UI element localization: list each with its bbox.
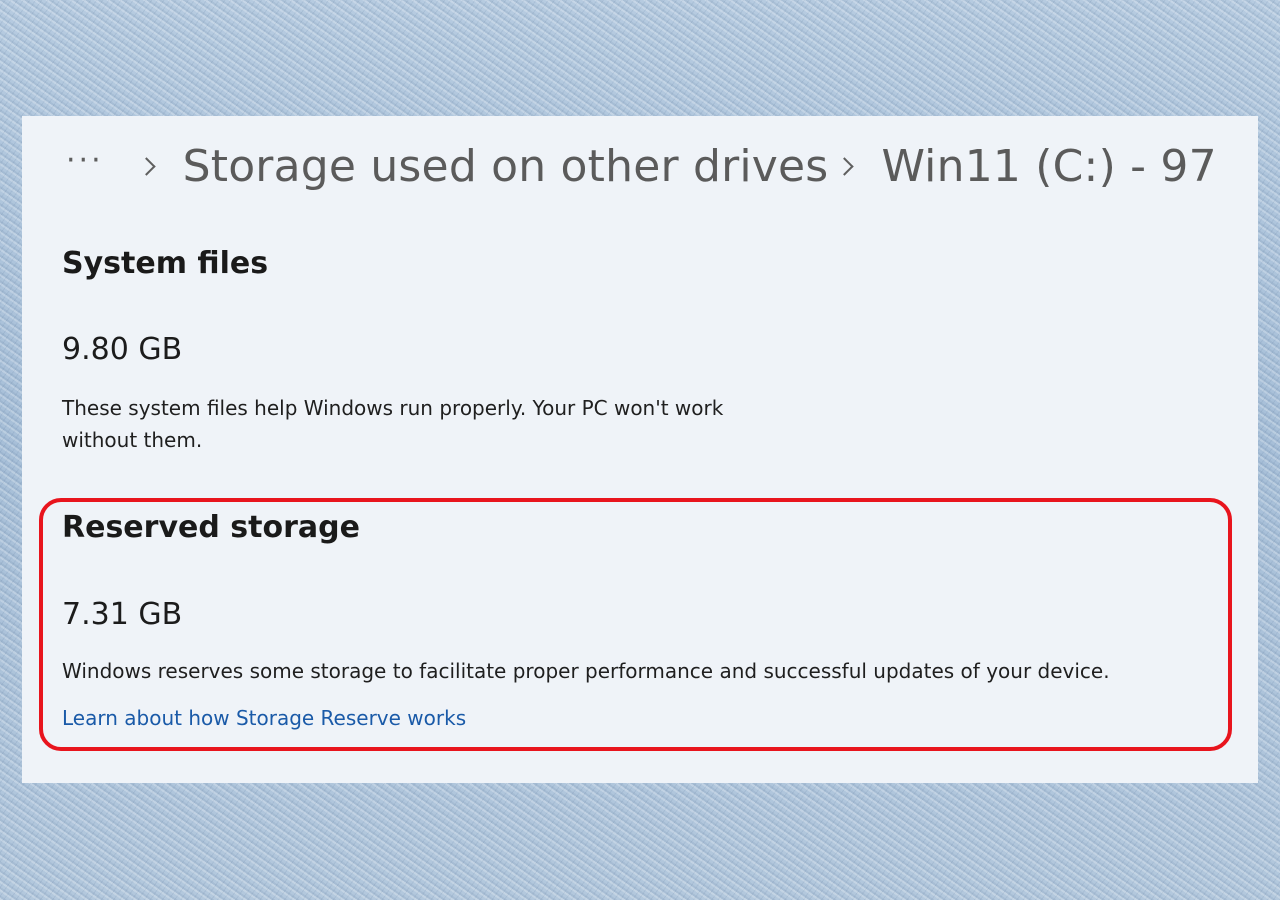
more-icon[interactable]: ··· (66, 143, 104, 178)
breadcrumb-item-current-drive: Win11 (C:) - 97 (881, 140, 1217, 192)
chevron-right-icon (835, 156, 855, 176)
breadcrumb: ··· Storage used on other drives Win11 (… (66, 138, 1217, 194)
chevron-right-icon (136, 156, 156, 176)
system-files-title: System files (62, 246, 269, 281)
red-highlight-box (39, 498, 1232, 751)
system-files-description-line-1: These system files help Windows run prop… (62, 396, 724, 420)
system-files-size: 9.80 GB (62, 332, 183, 367)
breadcrumb-item-storage-used-on-other-drives[interactable]: Storage used on other drives (183, 141, 829, 192)
settings-panel: ··· Storage used on other drives Win11 (… (22, 116, 1258, 783)
system-files-description: These system files help Windows run prop… (62, 392, 723, 456)
system-files-description-line-2: without them. (62, 428, 203, 452)
